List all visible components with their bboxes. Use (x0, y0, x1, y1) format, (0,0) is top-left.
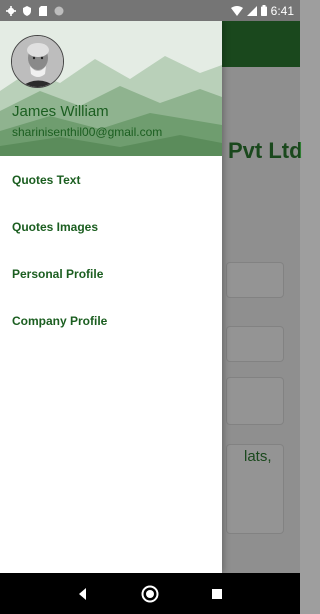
menu-item-label: Quotes Images (12, 219, 99, 234)
shield-icon (23, 5, 31, 16)
recents-button[interactable] (205, 582, 229, 606)
menu-item-label: Company Profile (12, 313, 108, 328)
drawer-header: James William sharinisenthil00@gmail.com (0, 21, 222, 156)
settings-icon (6, 5, 16, 16)
navigation-drawer: James William sharinisenthil00@gmail.com… (0, 21, 222, 573)
avatar[interactable] (11, 35, 64, 88)
home-icon (141, 585, 159, 602)
system-navigation-bar (0, 573, 300, 614)
back-icon (79, 587, 87, 600)
user-name: James William (12, 103, 109, 120)
menu-item-company-profile[interactable]: Company Profile (0, 297, 222, 344)
menu-item-quotes-text[interactable]: Quotes Text (0, 156, 222, 203)
menu-item-label: Quotes Text (12, 172, 81, 187)
drawer-menu: Quotes Text Quotes Images Personal Profi… (0, 156, 222, 344)
status-right-icons: 6:41 (230, 3, 294, 18)
status-time: 6:41 (270, 3, 294, 18)
menu-item-personal-profile[interactable]: Personal Profile (0, 250, 222, 297)
home-button[interactable] (138, 582, 162, 606)
status-left-icons (6, 5, 64, 16)
recents-icon (211, 588, 222, 599)
wifi-icon (230, 5, 243, 16)
back-button[interactable] (71, 582, 95, 606)
user-email: sharinisenthil00@gmail.com (12, 125, 163, 139)
status-bar: 6:41 (0, 0, 300, 21)
menu-item-quotes-images[interactable]: Quotes Images (0, 203, 222, 250)
sd-card-icon (39, 5, 47, 16)
battery-icon (260, 5, 267, 16)
signal-icon (246, 5, 257, 16)
circle-icon (54, 6, 64, 15)
user-portrait-image (12, 36, 63, 87)
menu-item-label: Personal Profile (12, 266, 104, 281)
